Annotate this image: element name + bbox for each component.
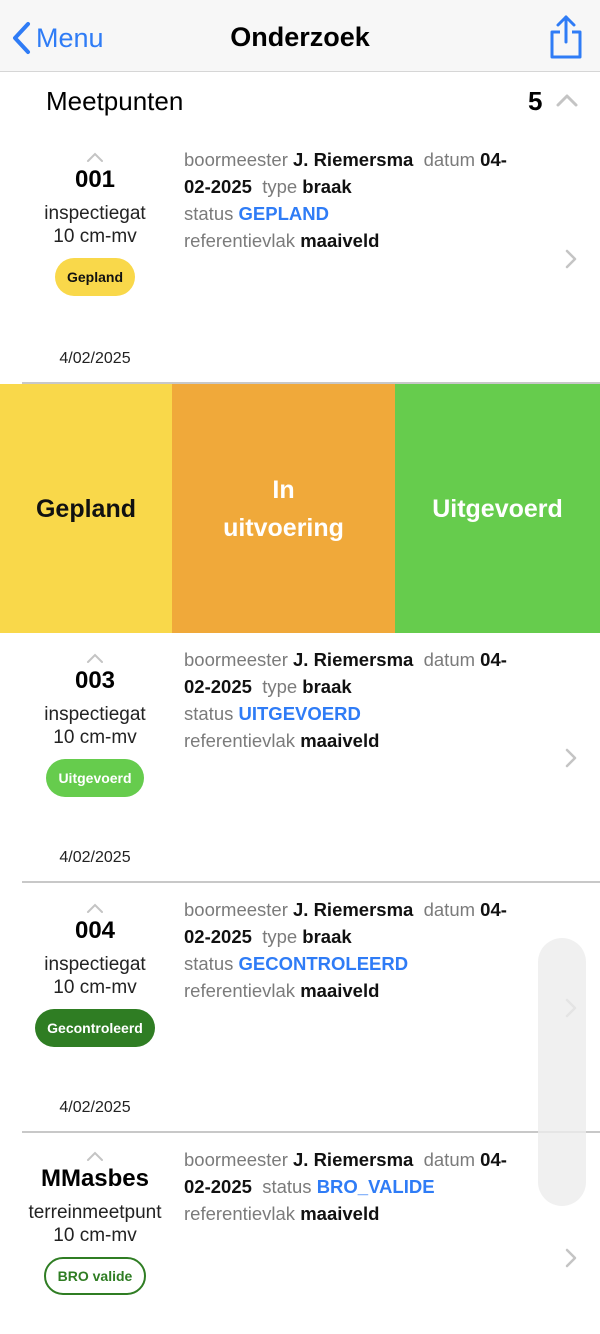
status-badge: Gecontroleerd — [35, 1009, 155, 1047]
value-status: GECONTROLEERD — [238, 953, 409, 974]
swipe-actions: Gepland In uitvoering Uitgevoerd — [0, 384, 600, 633]
value-boormeester: J. Riemersma — [293, 1149, 414, 1170]
label-boormeester: boormeester — [184, 899, 288, 920]
chevron-up-icon[interactable] — [86, 653, 104, 663]
page-title: Onderzoek — [230, 22, 370, 52]
section-count: 5 — [528, 86, 543, 116]
scroll-indicator[interactable] — [538, 938, 586, 1206]
set-in-uitvoering-line1: In — [272, 475, 295, 504]
value-boormeester: J. Riemersma — [293, 649, 414, 670]
set-in-uitvoering-label: In uitvoering — [223, 471, 344, 547]
label-status: status — [184, 203, 234, 224]
label-datum: datum — [423, 149, 476, 170]
value-datum-cont: 02-2025 — [184, 1176, 252, 1197]
chevron-right-icon[interactable] — [564, 1247, 578, 1269]
value-datum-cont: 02-2025 — [184, 176, 252, 197]
set-in-uitvoering-line2: uitvoering — [223, 513, 344, 542]
label-datum: datum — [423, 899, 476, 920]
label-datum: datum — [423, 1149, 476, 1170]
meetpunt-details: boormeester J. Riemersma datum 04- 02-20… — [184, 146, 554, 254]
status-badge: BRO valide — [43, 1257, 147, 1295]
set-uitgevoerd-label: Uitgevoerd — [432, 494, 563, 523]
list-item[interactable]: MMasbes terreinmeetpunt 10 cm-mv BRO val… — [0, 1133, 600, 1334]
value-type: braak — [302, 676, 352, 697]
label-type: type — [262, 676, 298, 697]
meetpunt-depth: 10 cm-mv — [53, 727, 137, 748]
meetpunt-date: 4/02/2025 — [59, 1099, 131, 1116]
meetpunt-type: inspectiegat — [44, 704, 146, 725]
list-item[interactable]: 003 inspectiegat 10 cm-mv Uitgevoerd 4/0… — [0, 633, 600, 883]
meetpunt-date: 4/02/2025 — [59, 849, 131, 866]
label-type: type — [262, 926, 298, 947]
label-status: status — [262, 1176, 312, 1197]
label-type: type — [262, 176, 298, 197]
value-datum-cont: 02-2025 — [184, 926, 252, 947]
set-uitgevoerd-button[interactable]: Uitgevoerd — [395, 384, 600, 633]
label-status: status — [184, 953, 234, 974]
label-boormeester: boormeester — [184, 649, 288, 670]
status-badge: Gepland — [54, 258, 135, 296]
chevron-up-icon[interactable] — [555, 90, 579, 110]
value-datum: 04- — [480, 1149, 507, 1170]
label-boormeester: boormeester — [184, 1149, 288, 1170]
meetpunt-depth: 10 cm-mv — [53, 226, 137, 247]
chevron-up-icon[interactable] — [86, 152, 104, 162]
meetpunt-depth: 10 cm-mv — [53, 977, 137, 998]
set-gepland-button[interactable]: Gepland — [0, 384, 172, 633]
chevron-up-icon[interactable] — [86, 903, 104, 913]
value-referentievlak: maaiveld — [300, 1203, 380, 1224]
meetpunt-type: terreinmeetpunt — [28, 1202, 162, 1223]
section-title: Meetpunten — [46, 86, 184, 116]
label-status: status — [184, 703, 234, 724]
meetpunt-type: inspectiegat — [44, 203, 146, 224]
meetpunt-id: 001 — [74, 166, 116, 193]
label-datum: datum — [423, 649, 476, 670]
value-boormeester: J. Riemersma — [293, 149, 414, 170]
navigation-bar: Menu Onderzoek — [0, 0, 600, 72]
value-referentievlak: maaiveld — [300, 980, 380, 1001]
value-datum: 04- — [480, 899, 507, 920]
value-boormeester: J. Riemersma — [293, 899, 414, 920]
chevron-right-icon[interactable] — [564, 248, 578, 270]
meetpunt-details: boormeester J. Riemersma datum 04- 02-20… — [184, 646, 554, 754]
value-type: braak — [302, 176, 352, 197]
meetpunt-depth: 10 cm-mv — [53, 1225, 137, 1246]
value-type: braak — [302, 926, 352, 947]
value-datum: 04- — [480, 149, 507, 170]
meetpunt-id: MMasbes — [40, 1165, 150, 1192]
label-referentievlak: referentievlak — [184, 1203, 296, 1224]
chevron-right-icon[interactable] — [564, 747, 578, 769]
status-badge: Uitgevoerd — [46, 759, 144, 797]
meetpunt-details: boormeester J. Riemersma datum 04- 02-20… — [184, 896, 554, 1004]
meetpunt-type: inspectiegat — [44, 954, 146, 975]
set-in-uitvoering-button[interactable]: In uitvoering — [172, 384, 395, 633]
label-referentievlak: referentievlak — [184, 230, 296, 251]
share-icon[interactable] — [548, 14, 584, 60]
chevron-up-icon[interactable] — [86, 1151, 104, 1161]
list-item[interactable]: 001 inspectiegat 10 cm-mv Gepland 4/02/2… — [0, 130, 600, 384]
meetpunt-id: 004 — [74, 917, 116, 944]
value-status: BRO_VALIDE — [316, 1176, 435, 1197]
meetpunt-date: 4/02/2025 — [59, 350, 131, 367]
meetpunt-details: boormeester J. Riemersma datum 04- 02-20… — [184, 1146, 554, 1227]
value-referentievlak: maaiveld — [300, 230, 380, 251]
label-boormeester: boormeester — [184, 149, 288, 170]
value-datum: 04- — [480, 649, 507, 670]
value-datum-cont: 02-2025 — [184, 676, 252, 697]
label-referentievlak: referentievlak — [184, 980, 296, 1001]
value-status: UITGEVOERD — [238, 703, 361, 724]
label-referentievlak: referentievlak — [184, 730, 296, 751]
value-status: GEPLAND — [238, 203, 329, 224]
meetpunt-id: 003 — [74, 667, 116, 694]
value-referentievlak: maaiveld — [300, 730, 380, 751]
set-gepland-label: Gepland — [35, 494, 136, 523]
list-item[interactable]: 004 inspectiegat 10 cm-mv Gecontroleerd … — [0, 883, 600, 1133]
section-header[interactable]: Meetpunten 5 — [0, 72, 600, 130]
